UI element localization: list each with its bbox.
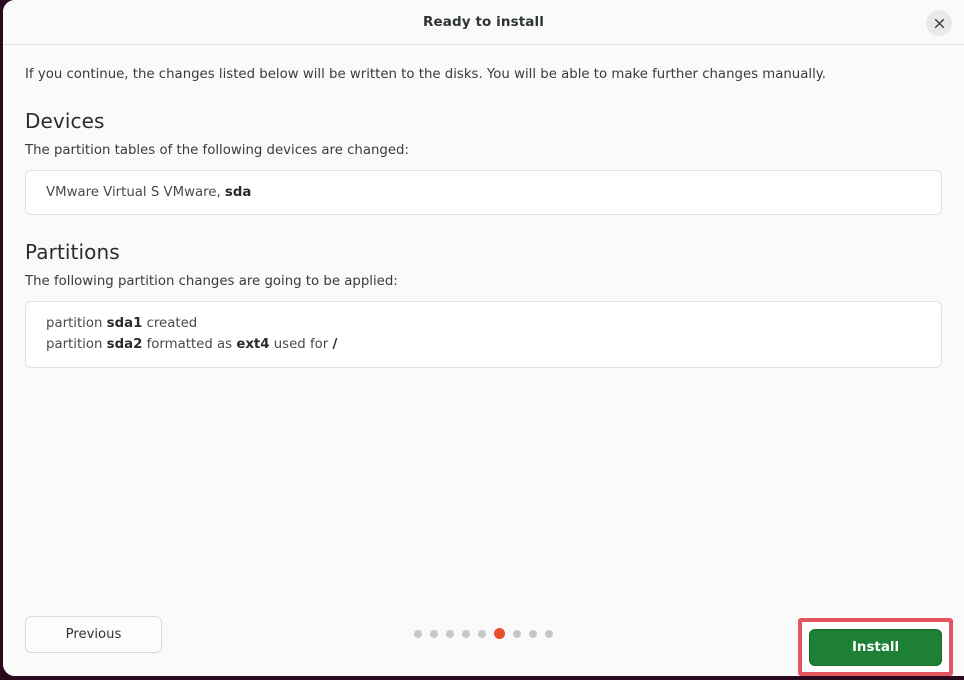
close-button[interactable] [926,10,952,36]
device-name: VMware Virtual S VMware, [46,184,225,200]
partitions-heading: Partitions [25,240,120,265]
pagination-dot[interactable] [529,629,537,638]
device-node: sda [224,184,252,200]
device-row: VMware Virtual S VMware, sda [46,182,921,203]
partitions-subtitle: The following partition changes are goin… [25,274,398,290]
partition-action: created [142,316,198,332]
pagination-dot-active[interactable] [494,628,505,639]
pagination-dot[interactable] [545,629,553,638]
partition-filesystem: ext4 [236,337,270,353]
dialog-footer: Previous Install [3,610,964,676]
close-icon [934,18,945,29]
partition-action: formatted as [142,337,237,353]
pagination-dot[interactable] [430,629,438,638]
devices-heading: Devices [25,108,105,133]
partitions-panel: partition sda1 created partition sda2 fo… [25,301,942,368]
devices-subtitle: The partition tables of the following de… [25,142,409,158]
partition-usage-label: used for [269,337,333,353]
pagination-dot[interactable] [462,629,470,638]
dialog-content: If you continue, the changes listed belo… [3,45,964,610]
partition-row: partition sda2 formatted as ext4 used fo… [46,334,921,355]
installer-window: Ready to install If you continue, the ch… [3,0,964,676]
partition-row: partition sda1 created [46,313,921,334]
pagination-dot[interactable] [414,629,422,638]
pagination-dot[interactable] [446,629,454,638]
window-title: Ready to install [423,14,544,30]
previous-button[interactable]: Previous [25,616,162,653]
partition-node: sda1 [106,316,143,332]
partition-mountpoint: / [332,337,338,353]
pagination-dot[interactable] [513,629,521,638]
partition-label: partition [46,316,107,332]
install-button[interactable]: Install [809,629,942,666]
partition-label: partition [46,337,107,353]
devices-panel: VMware Virtual S VMware, sda [25,169,942,216]
window-titlebar: Ready to install [3,0,964,45]
intro-text: If you continue, the changes listed belo… [25,67,826,82]
partition-node: sda2 [106,337,143,353]
pagination-dot[interactable] [478,629,486,638]
